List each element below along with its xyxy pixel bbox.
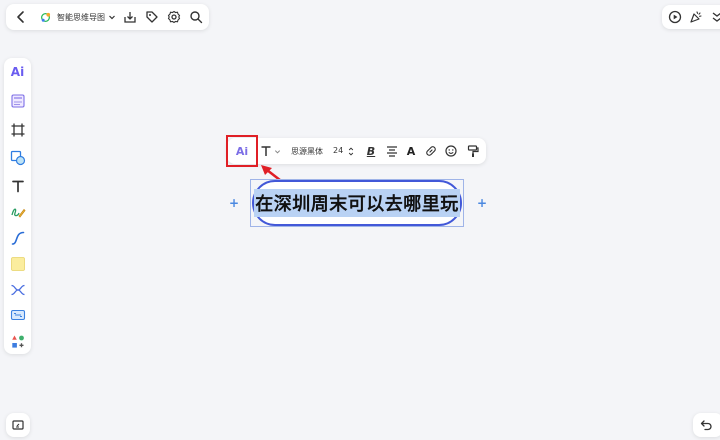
download-icon[interactable] xyxy=(119,6,141,28)
play-icon[interactable] xyxy=(664,6,686,28)
font-family-select[interactable]: 思源黑体 xyxy=(291,146,323,157)
left-toolbar: Ai xyxy=(4,58,31,354)
mindmap-root-node[interactable]: 在深圳周末可以去哪里玩 xyxy=(252,180,462,226)
doc-title: 智能思维导图 xyxy=(57,12,105,22)
back-icon[interactable] xyxy=(10,6,32,28)
ai-button-highlight xyxy=(226,135,258,167)
node-text[interactable]: 在深圳周末可以去哪里玩 xyxy=(254,189,460,217)
template-icon[interactable] xyxy=(6,89,29,112)
text-color-button[interactable]: A xyxy=(400,140,422,162)
search-icon[interactable] xyxy=(185,6,207,28)
font-size-value[interactable]: 24 xyxy=(333,146,343,155)
embed-icon[interactable] xyxy=(6,303,29,326)
connector-icon[interactable] xyxy=(6,226,29,249)
font-size-stepper-icon[interactable] xyxy=(345,140,357,162)
more-icon[interactable] xyxy=(6,330,29,353)
minimap-icon[interactable] xyxy=(7,414,29,436)
celebrate-icon[interactable] xyxy=(685,6,707,28)
frame-icon[interactable] xyxy=(6,118,29,141)
top-right-toolbar xyxy=(662,5,720,29)
bold-button[interactable]: B xyxy=(360,140,382,162)
doc-title-dropdown[interactable]: 智能思维导图 xyxy=(40,8,116,26)
bold-label: B xyxy=(366,144,376,158)
minimap-panel xyxy=(6,413,30,437)
cloud-sync-icon xyxy=(40,12,51,23)
ai-label: Ai xyxy=(10,64,25,79)
top-toolbar: 智能思维导图 xyxy=(6,4,209,30)
tag-icon[interactable] xyxy=(141,6,163,28)
pen-icon[interactable] xyxy=(6,200,29,223)
add-node-left-button[interactable]: + xyxy=(229,197,239,209)
undo-icon[interactable] xyxy=(695,414,717,436)
chevron-down-icon[interactable] xyxy=(272,140,282,162)
link-icon[interactable] xyxy=(420,140,442,162)
emoji-icon[interactable] xyxy=(440,140,462,162)
sticky-note-icon[interactable] xyxy=(6,252,29,275)
shape-icon[interactable] xyxy=(6,146,29,169)
dropdown-icon xyxy=(108,13,116,21)
undo-panel xyxy=(693,413,720,437)
text-color-label: A xyxy=(406,144,416,158)
format-painter-icon[interactable] xyxy=(462,140,484,162)
collapse-icon[interactable] xyxy=(706,6,720,28)
add-node-right-button[interactable]: + xyxy=(477,197,487,209)
text-icon[interactable] xyxy=(6,174,29,197)
mindmap-icon[interactable] xyxy=(6,278,29,301)
settings-icon[interactable] xyxy=(163,6,185,28)
ai-icon[interactable]: Ai xyxy=(6,60,29,83)
